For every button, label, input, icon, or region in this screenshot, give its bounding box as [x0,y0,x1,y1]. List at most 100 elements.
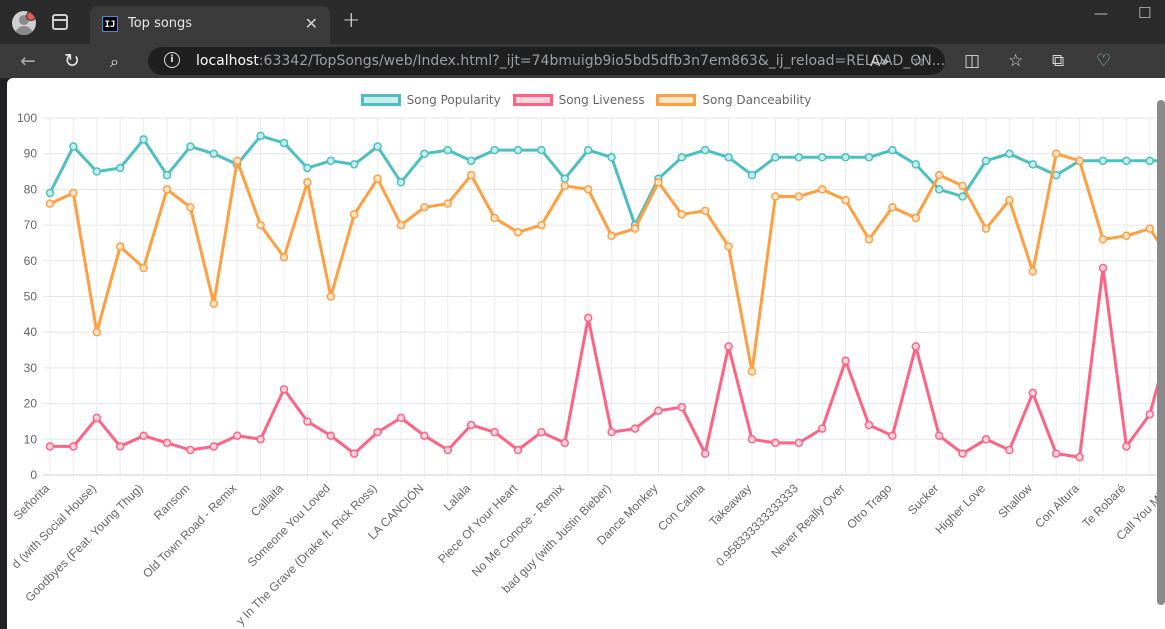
series-point-1 [560,438,570,448]
series-point-2 [817,185,827,194]
series-point-0 [794,153,804,162]
series-point-2 [1145,224,1155,233]
page-scrollbar[interactable] [1157,100,1165,605]
series-point-1 [958,449,967,458]
series-point-1 [841,356,850,366]
series-point-0 [677,153,687,162]
collections-icon[interactable]: ⧉ [1052,51,1064,71]
series-point-2 [115,242,125,251]
series-line-2 [49,152,1165,373]
series-point-1 [396,413,406,423]
series-point-0 [724,153,733,162]
series-point-2 [1122,231,1131,241]
address-bar[interactable]: i localhost:63342/TopSongs/web/Index.htm… [148,47,945,75]
y-tick-label: 100 [17,111,37,125]
series-point-2 [958,181,967,191]
series-point-1 [911,342,921,351]
browser-tab[interactable]: IJ Top songs ✕ [90,6,330,44]
y-tick-label: 30 [24,361,38,375]
series-point-0 [841,153,850,162]
search-icon[interactable]: ⌕ [110,52,119,72]
series-point-0 [349,160,359,169]
series-point-1 [700,449,710,458]
series-point-0 [888,145,897,155]
y-tick-label: 20 [24,397,38,411]
profile-avatar-icon[interactable] [12,11,36,35]
x-tick-label: Señorita [11,481,53,523]
series-point-0 [1005,149,1014,158]
series-point-2 [443,199,453,208]
series-point-1 [490,427,499,437]
series-point-1 [1145,410,1155,419]
browser-tab-bar: IJ Top songs ✕ + — ☐ [0,0,1165,44]
series-point-2 [888,203,897,212]
series-point-1 [45,442,55,451]
read-aloud-icon[interactable]: A» [870,52,889,70]
series-point-1 [1005,445,1014,455]
series-point-2 [724,242,733,251]
series-point-0 [373,142,382,151]
series-point-1 [794,438,804,448]
series-point-0 [326,156,336,166]
minimize-window-icon[interactable]: — [1094,6,1108,22]
series-point-0 [1098,156,1108,166]
browser-essentials-icon[interactable]: ♡ [1096,51,1111,71]
close-tab-icon[interactable]: ✕ [305,14,318,33]
y-tick-label: 10 [24,432,38,446]
series-point-2 [92,327,102,337]
x-tick-label: Ransom [151,481,192,522]
series-point-1 [326,431,336,440]
series-point-0 [115,163,125,173]
series-point-0 [747,170,757,180]
intellij-favicon-icon: IJ [102,16,118,32]
series-point-2 [630,224,640,233]
series-point-1 [864,420,874,430]
url-text[interactable]: localhost:63342/TopSongs/web/Index.html?… [196,53,945,69]
series-point-0 [186,142,195,151]
series-point-2 [981,224,991,233]
series-point-0 [396,178,406,187]
series-point-2 [700,206,710,216]
series-point-1 [349,449,359,458]
x-tick-label: No Me Conoce - Remix [469,481,567,579]
series-point-1 [934,431,944,440]
split-screen-icon[interactable]: ◫ [964,51,980,71]
series-point-1 [162,438,172,448]
x-tick-label: Con Calma [655,481,708,534]
series-point-1 [303,417,312,426]
site-info-icon[interactable]: i [164,52,180,68]
series-point-1 [1028,388,1038,398]
series-point-2 [139,263,148,273]
line-chart: 0 10 20 30 40 50 60 70 80 90 100 Señoritad (with So… [9,111,1165,628]
series-point-1 [92,413,102,423]
series-point-2 [771,192,780,201]
new-tab-icon[interactable]: + [342,8,360,33]
tab-actions-icon[interactable] [52,14,68,30]
series-point-2 [373,174,382,183]
series-point-1 [186,445,195,455]
maximize-window-icon[interactable]: ☐ [1138,4,1151,22]
series-point-0 [700,145,710,155]
series-point-1 [279,385,289,394]
series-point-2 [1028,267,1038,276]
favorite-star-icon[interactable]: ☆ [912,52,925,70]
series-point-0 [69,142,78,151]
series-point-2 [209,299,219,308]
series-point-2 [1075,156,1084,166]
series-point-1 [817,424,827,433]
back-arrow-icon[interactable]: ← [20,50,36,72]
series-point-0 [537,145,546,155]
url-path: :63342/TopSongs/web/Index.html?_ijt=74bm… [258,53,946,69]
series-point-2 [279,252,289,262]
series-point-1 [466,420,476,430]
series-point-1 [537,427,546,437]
reload-icon[interactable]: ↻ [64,50,80,72]
series-point-2 [1005,195,1014,205]
series-point-1 [209,442,219,451]
series-point-1 [373,427,382,437]
series-point-1 [607,427,616,437]
series-point-1 [1122,442,1131,451]
series-point-1 [420,431,429,440]
series-point-1 [654,406,663,415]
favorites-icon[interactable]: ☆ [1008,51,1023,71]
